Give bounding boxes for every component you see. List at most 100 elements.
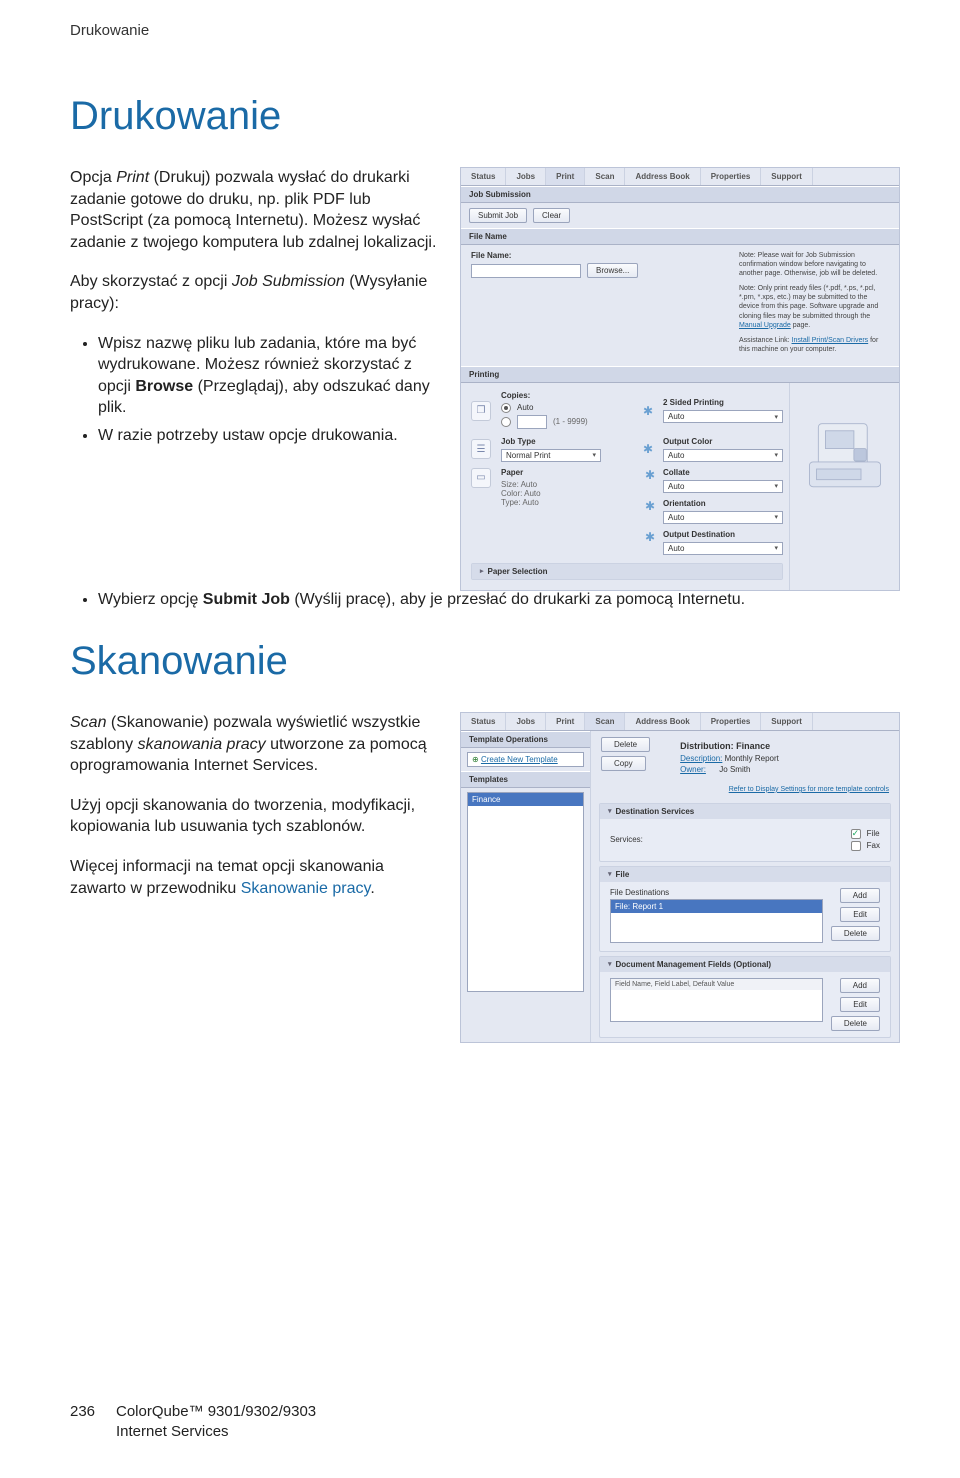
clear-button[interactable]: Clear (533, 208, 570, 223)
jobtype-icon: ☰ (471, 439, 491, 459)
copy-template-button[interactable]: Copy (601, 756, 646, 771)
two-sided-label: 2 Sided Printing (663, 398, 783, 407)
print-bullet-1: Wpisz nazwę pliku lub zadania, które ma … (98, 333, 440, 419)
orientation-select[interactable]: Auto▾ (663, 511, 783, 524)
paper-selection-expand[interactable]: ▸ Paper Selection (472, 564, 782, 579)
tab-support[interactable]: Support (761, 168, 813, 185)
scan-screenshot: Status Jobs Print Scan Address Book Prop… (460, 712, 900, 1043)
print-paragraph-2: Aby skorzystać z opcji Job Submission (W… (70, 271, 440, 314)
output-dest-label: Output Destination (663, 530, 783, 539)
chevron-down-icon: ▾ (608, 870, 612, 878)
chevron-right-icon: ▸ (480, 567, 484, 575)
asterisk-icon: ✱ (641, 530, 659, 555)
page-footer: 236ColorQube™ 9301/9302/9303 Internet Se… (70, 1402, 316, 1443)
note-1: Note: Please wait for Job Submission con… (739, 251, 889, 278)
templates-bar: Templates (461, 771, 590, 788)
file-name-bar: File Name (461, 228, 899, 245)
scan-paragraph-3: Więcej informacji na temat opcji skanowa… (70, 856, 440, 899)
page-number: 236 (70, 1402, 116, 1422)
note-3: Assistance Link: Install Print/Scan Driv… (739, 336, 889, 354)
paper-type: Type: Auto (501, 498, 635, 507)
template-item-finance[interactable]: Finance (468, 793, 583, 806)
heading-skanowanie: Skanowanie (70, 639, 900, 684)
template-ops-bar: Template Operations (461, 731, 590, 748)
tab-scan[interactable]: Scan (585, 713, 625, 730)
file-name-input[interactable] (471, 264, 581, 278)
display-settings-link[interactable]: Refer to Display Settings for more templ… (729, 786, 889, 793)
chevron-down-icon: ▾ (608, 960, 612, 968)
file-dest-label: File Destinations (610, 888, 823, 897)
tab-jobs[interactable]: Jobs (506, 168, 546, 185)
heading-drukowanie: Drukowanie (70, 94, 900, 139)
dmf-add-button[interactable]: Add (840, 978, 880, 993)
description-row: Description: Monthly Report (680, 754, 889, 763)
tab-scan[interactable]: Scan (585, 168, 625, 185)
fax-checkbox[interactable] (851, 841, 861, 851)
collate-label: Collate (663, 468, 783, 477)
file-checkbox[interactable] (851, 829, 861, 839)
dmf-delete-button[interactable]: Delete (831, 1016, 880, 1031)
tab-print[interactable]: Print (546, 713, 585, 730)
tab-print[interactable]: Print (546, 168, 585, 185)
print-bullet-2: W razie potrzeby ustaw opcje drukowania. (98, 425, 440, 447)
two-sided-select[interactable]: Auto▾ (663, 410, 783, 423)
tab-support[interactable]: Support (761, 713, 813, 730)
jobtype-label: Job Type (501, 437, 633, 446)
collate-select[interactable]: Auto▾ (663, 480, 783, 493)
asterisk-icon: ✱ (641, 499, 659, 524)
output-color-select[interactable]: Auto▾ (663, 449, 783, 462)
scan-paragraph-2: Użyj opcji skanowania do tworzenia, mody… (70, 795, 440, 838)
tab-status[interactable]: Status (461, 713, 506, 730)
copies-input[interactable] (517, 415, 547, 429)
print-bullet-3: Wybierz opcję Submit Job (Wyślij pracę),… (98, 591, 770, 609)
file-edit-button[interactable]: Edit (840, 907, 880, 922)
file-dest-item[interactable]: File: Report 1 (611, 900, 822, 913)
asterisk-icon: ✱ (641, 468, 659, 493)
output-color-label: Output Color (663, 437, 783, 446)
orientation-label: Orientation (663, 499, 783, 508)
dmf-edit-button[interactable]: Edit (840, 997, 880, 1012)
copies-auto-text: Auto (517, 403, 533, 412)
file-header: File (616, 870, 630, 879)
copies-range: (1 - 9999) (553, 417, 588, 426)
printer-icon (800, 413, 890, 493)
tab-jobs[interactable]: Jobs (506, 713, 546, 730)
chevron-down-icon: ▾ (608, 807, 612, 815)
dmf-columns: Field Name, Field Label, Default Value (611, 979, 822, 990)
paper-icon: ▭ (471, 468, 491, 488)
job-submission-title: Job Submission (461, 186, 899, 203)
delete-template-button[interactable]: Delete (601, 737, 650, 752)
file-add-button[interactable]: Add (840, 888, 880, 903)
tab-address-book[interactable]: Address Book (625, 168, 700, 185)
owner-row: Owner: Jo Smith (680, 765, 889, 774)
copies-label: Copies: (501, 391, 633, 400)
file-delete-button[interactable]: Delete (831, 926, 880, 941)
tab-address-book[interactable]: Address Book (625, 713, 700, 730)
dmf-header: Document Management Fields (Optional) (616, 960, 772, 969)
paper-color: Color: Auto (501, 489, 635, 498)
asterisk-icon: ✱ (639, 442, 657, 456)
printing-bar: Printing (461, 366, 899, 383)
asterisk-icon: ✱ (639, 404, 657, 418)
create-template-link[interactable]: ⊕ Create New Template (468, 753, 583, 766)
distribution-title: Distribution: Finance (680, 741, 889, 751)
copies-auto-radio[interactable] (501, 403, 511, 413)
services-label: Services: (610, 835, 643, 844)
browse-button[interactable]: Browse... (587, 263, 638, 278)
output-dest-select[interactable]: Auto▾ (663, 542, 783, 555)
copies-manual-radio[interactable] (501, 417, 511, 427)
note-2: Note: Only print ready files (*.pdf, *.p… (739, 284, 889, 329)
breadcrumb: Drukowanie (70, 22, 900, 39)
tab-properties[interactable]: Properties (701, 713, 762, 730)
dest-services-header: Destination Services (616, 807, 695, 816)
submit-job-button[interactable]: Submit Job (469, 208, 527, 223)
file-name-label: File Name: (471, 251, 729, 260)
paper-label: Paper (501, 468, 635, 477)
print-screenshot: Status Jobs Print Scan Address Book Prop… (460, 167, 900, 591)
tab-properties[interactable]: Properties (701, 168, 762, 185)
scan-paragraph-1: Scan (Skanowanie) pozwala wyświetlić wsz… (70, 712, 440, 777)
tab-status[interactable]: Status (461, 168, 506, 185)
copies-icon: ❐ (471, 401, 491, 421)
print-paragraph-1: Opcja Print (Drukuj) pozwala wysłać do d… (70, 167, 440, 253)
jobtype-select[interactable]: Normal Print▾ (501, 449, 601, 462)
